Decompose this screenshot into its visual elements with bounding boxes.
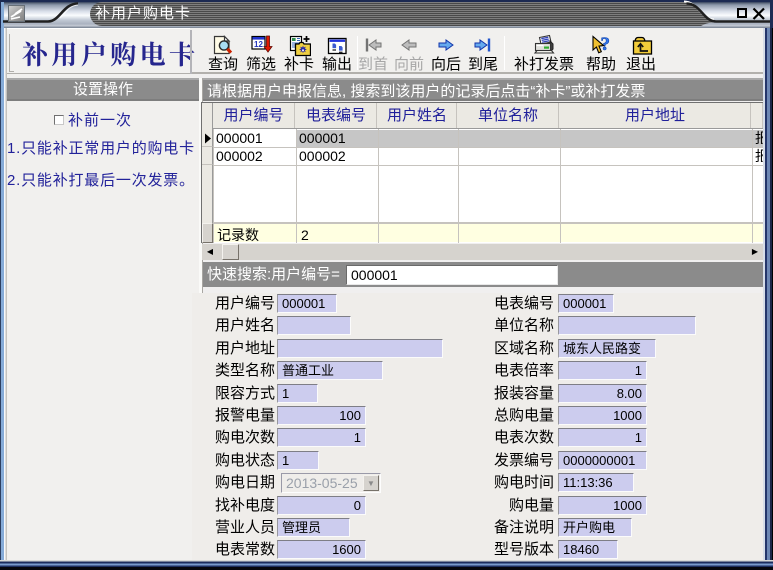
svg-text:12: 12 <box>254 40 263 49</box>
